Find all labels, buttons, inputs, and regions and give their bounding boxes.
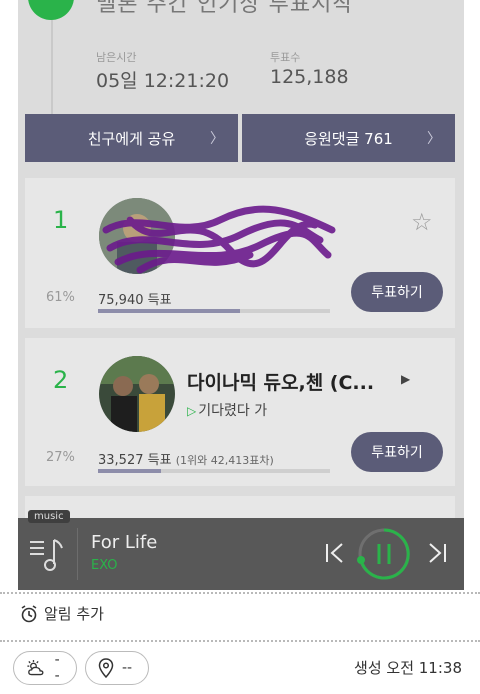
share-button[interactable]: 친구에게 공유 〉: [25, 114, 238, 162]
comments-button[interactable]: 응원댓글 761 〉: [242, 114, 455, 162]
add-alarm-button[interactable]: 알림 추가: [20, 603, 104, 624]
dotted-divider: [0, 592, 480, 594]
dotted-divider: [0, 640, 480, 642]
candidate-card-2[interactable]: 2 다이나믹 듀오,첸 (C... ▶ ▷ 기다렸다 가 27% 33,527 득…: [25, 338, 455, 486]
vote-count-value: 125,188: [270, 66, 349, 88]
previous-track-icon[interactable]: [324, 542, 346, 564]
vote-button[interactable]: 투표하기: [351, 272, 443, 312]
album-art-icon: [99, 356, 175, 432]
artist-name-text: 기다렸다 가: [198, 403, 268, 419]
weather-value: --: [54, 652, 60, 684]
candidate-card-1[interactable]: 1 ☆ 61% 75,940 득표 투표하기: [25, 178, 455, 328]
share-button-label: 친구에게 공유: [87, 129, 176, 148]
scribble-redaction: [102, 205, 336, 274]
artist-name: ▷ 기다렸다 가: [187, 400, 267, 420]
timeline-status-dot: [28, 0, 74, 20]
created-time: 생성 오전 11:38: [354, 659, 462, 677]
vote-bar-fill: [98, 309, 240, 313]
vote-button[interactable]: 투표하기: [351, 432, 443, 472]
vote-total-count: 33,527 득표: [98, 453, 172, 468]
music-tag: music: [28, 510, 70, 523]
song-title: 다이나믹 듀오,첸 (C...: [187, 372, 375, 394]
weather-chip[interactable]: --: [13, 651, 77, 685]
pause-button[interactable]: [356, 526, 412, 582]
vote-bar-track: [98, 309, 330, 313]
vote-total-count: 75,940 득표: [98, 293, 172, 308]
play-arrow-icon[interactable]: ▶: [401, 372, 410, 386]
location-pin-icon: [98, 658, 114, 678]
location-value: --: [122, 660, 133, 676]
rank-number: 1: [53, 206, 69, 234]
chevron-right-icon: 〉: [427, 131, 441, 147]
favorite-star-icon[interactable]: ☆: [411, 208, 433, 236]
chevron-right-icon: 〉: [210, 131, 224, 147]
rank-number: 2: [53, 366, 69, 394]
album-thumbnail[interactable]: [99, 356, 175, 432]
vote-percent: 61%: [46, 290, 75, 305]
mini-player[interactable]: music For Life EXO: [18, 510, 464, 590]
vote-bar-fill: [98, 469, 161, 473]
vote-bar-track: [98, 469, 330, 473]
add-alarm-label: 알림 추가: [44, 605, 104, 623]
vote-count-label: 투표수: [270, 51, 301, 64]
location-chip[interactable]: --: [85, 651, 149, 685]
vote-gap: (1위와 42,413표차): [175, 454, 274, 467]
melon-vote-screen: 멜론 주간 인기상 투표시작 남은시간 05일 12:21:20 투표수 125…: [18, 0, 464, 590]
weather-sun-cloud-icon: [27, 660, 44, 676]
play-outline-icon: ▷: [187, 404, 197, 418]
comments-button-label: 응원댓글 761: [304, 129, 393, 148]
player-divider: [77, 528, 78, 580]
playlist-icon[interactable]: [28, 536, 66, 574]
alarm-clock-icon: [21, 604, 37, 622]
vote-total: 33,527 득표 (1위와 42,413표차): [98, 449, 274, 468]
next-track-icon[interactable]: [426, 542, 448, 564]
remaining-time-value: 05일 12:21:20: [96, 70, 230, 92]
now-playing-artist: EXO: [91, 558, 118, 573]
vote-total: 75,940 득표: [98, 289, 172, 308]
vote-percent: 27%: [46, 450, 75, 465]
now-playing-title: For Life: [91, 532, 158, 553]
page-title: 멜론 주간 인기상 투표시작: [96, 0, 354, 17]
remaining-time-label: 남은시간: [96, 51, 137, 64]
